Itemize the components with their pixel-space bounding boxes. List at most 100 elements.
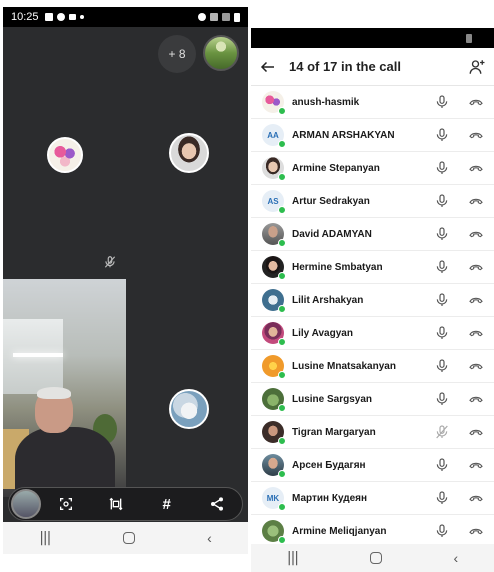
participant-name: ARMAN ARSHAKYAN: [292, 129, 395, 141]
presence-indicator: [278, 239, 286, 247]
participant-name: Armine Meliqjanyan: [292, 525, 387, 537]
microphone-icon[interactable]: [434, 127, 450, 143]
participant-avatar-flowers[interactable]: [47, 137, 83, 173]
capture-icon: [60, 498, 73, 510]
hang-up-icon[interactable]: [468, 127, 484, 143]
call-count-title: 14 of 17 in the call: [289, 59, 401, 74]
telegram-icon: [68, 14, 76, 20]
back-button[interactable]: ‹: [453, 550, 458, 566]
participant-row[interactable]: Lusine Mnatsakanyan: [251, 350, 494, 383]
participant-row[interactable]: Armine Stepanyan: [251, 152, 494, 185]
back-button[interactable]: ‹: [207, 530, 212, 546]
android-nav-bar: ||| ‹: [3, 522, 248, 554]
screenshot-button[interactable]: [41, 488, 91, 520]
participant-name: Armine Stepanyan: [292, 162, 380, 174]
participant-name: Арсен Будагян: [292, 459, 366, 471]
hang-up-icon[interactable]: [468, 358, 484, 374]
participant-row[interactable]: Hermine Smbatyan: [251, 251, 494, 284]
participant-row[interactable]: Lily Avagyan: [251, 317, 494, 350]
hang-up-icon[interactable]: [468, 193, 484, 209]
microphone-icon[interactable]: [434, 193, 450, 209]
hang-up-icon[interactable]: [468, 424, 484, 440]
microphone-icon[interactable]: [434, 457, 450, 473]
video-grid: + 8: [3, 27, 248, 277]
microphone-icon[interactable]: [434, 490, 450, 506]
participant-thumbnail[interactable]: [203, 35, 239, 71]
self-preview[interactable]: [11, 489, 41, 519]
hang-up-icon[interactable]: [468, 160, 484, 176]
microphone-icon[interactable]: [434, 259, 450, 275]
presence-indicator: [278, 470, 286, 478]
hang-up-icon[interactable]: [468, 490, 484, 506]
battery-icon: [234, 12, 240, 22]
microphone-icon[interactable]: [434, 523, 450, 539]
avatar: [262, 223, 286, 247]
participant-video-feed[interactable]: [3, 279, 126, 497]
microphone-muted-icon[interactable]: [434, 424, 450, 440]
more-notifications-icon: [79, 15, 84, 19]
participants-header: 14 of 17 in the call: [251, 48, 494, 86]
participant-name: Tigran Margaryan: [292, 426, 376, 438]
participant-avatar-cat[interactable]: [169, 389, 209, 429]
dialpad-button[interactable]: #: [142, 488, 192, 520]
microphone-icon[interactable]: [434, 94, 450, 110]
home-button[interactable]: [369, 552, 382, 564]
switch-layout-button[interactable]: [91, 488, 141, 520]
hang-up-icon[interactable]: [468, 325, 484, 341]
microphone-icon[interactable]: [434, 160, 450, 176]
microphone-icon[interactable]: [434, 358, 450, 374]
microphone-icon[interactable]: [434, 391, 450, 407]
presence-indicator: [278, 140, 286, 148]
presence-indicator: [278, 173, 286, 181]
avatar: [262, 520, 286, 544]
participant-row[interactable]: anush-hasmik: [251, 86, 494, 119]
avatar: [262, 355, 286, 379]
avatar: [262, 388, 286, 412]
avatar: [262, 289, 286, 313]
hang-up-icon[interactable]: [468, 259, 484, 275]
microphone-muted-icon: [104, 256, 116, 268]
avatar: [262, 157, 286, 181]
participant-row[interactable]: MK Мартин Кудеян: [251, 482, 494, 515]
more-participants-button[interactable]: + 8: [158, 35, 196, 73]
back-arrow-icon[interactable]: [259, 58, 277, 76]
presence-indicator: [278, 503, 286, 511]
presence-indicator: [278, 371, 286, 379]
hang-up-icon[interactable]: [468, 94, 484, 110]
microphone-icon[interactable]: [434, 292, 450, 308]
microphone-icon[interactable]: [434, 325, 450, 341]
avatar: AA: [262, 124, 286, 148]
presence-indicator: [278, 437, 286, 445]
participant-row[interactable]: Lusine Sargsyan: [251, 383, 494, 416]
hang-up-icon[interactable]: [468, 457, 484, 473]
add-person-icon[interactable]: [468, 58, 486, 76]
participant-name: Hermine Smbatyan: [292, 261, 383, 273]
avatar: [262, 322, 286, 346]
avatar: MK: [262, 487, 286, 511]
hang-up-icon[interactable]: [468, 226, 484, 242]
hang-up-icon[interactable]: [468, 292, 484, 308]
recent-apps-button[interactable]: |||: [287, 550, 299, 566]
participant-row[interactable]: Арсен Будагян: [251, 449, 494, 482]
participant-name: anush-hasmik: [292, 96, 360, 108]
presence-indicator: [278, 338, 286, 346]
hang-up-icon[interactable]: [468, 391, 484, 407]
participant-row[interactable]: AA ARMAN ARSHAKYAN: [251, 119, 494, 152]
hang-up-icon[interactable]: [468, 523, 484, 539]
recent-apps-button[interactable]: |||: [39, 530, 51, 546]
avatar: AS: [262, 190, 286, 214]
wifi-icon: [210, 13, 218, 21]
participant-row[interactable]: David ADAMYAN: [251, 218, 494, 251]
signal-icon: [222, 13, 230, 21]
presence-indicator: [278, 272, 286, 280]
microphone-icon[interactable]: [434, 226, 450, 242]
status-time: 10:25: [11, 11, 39, 23]
video-person-hair: [37, 387, 71, 399]
participant-row[interactable]: AS Artur Sedrakyan: [251, 185, 494, 218]
participant-row[interactable]: Lilit Arshakyan: [251, 284, 494, 317]
presence-indicator: [278, 404, 286, 412]
participant-row[interactable]: Tigran Margaryan: [251, 416, 494, 449]
home-button[interactable]: [122, 532, 135, 544]
share-button[interactable]: [192, 488, 242, 520]
participant-avatar-woman[interactable]: [169, 133, 209, 173]
